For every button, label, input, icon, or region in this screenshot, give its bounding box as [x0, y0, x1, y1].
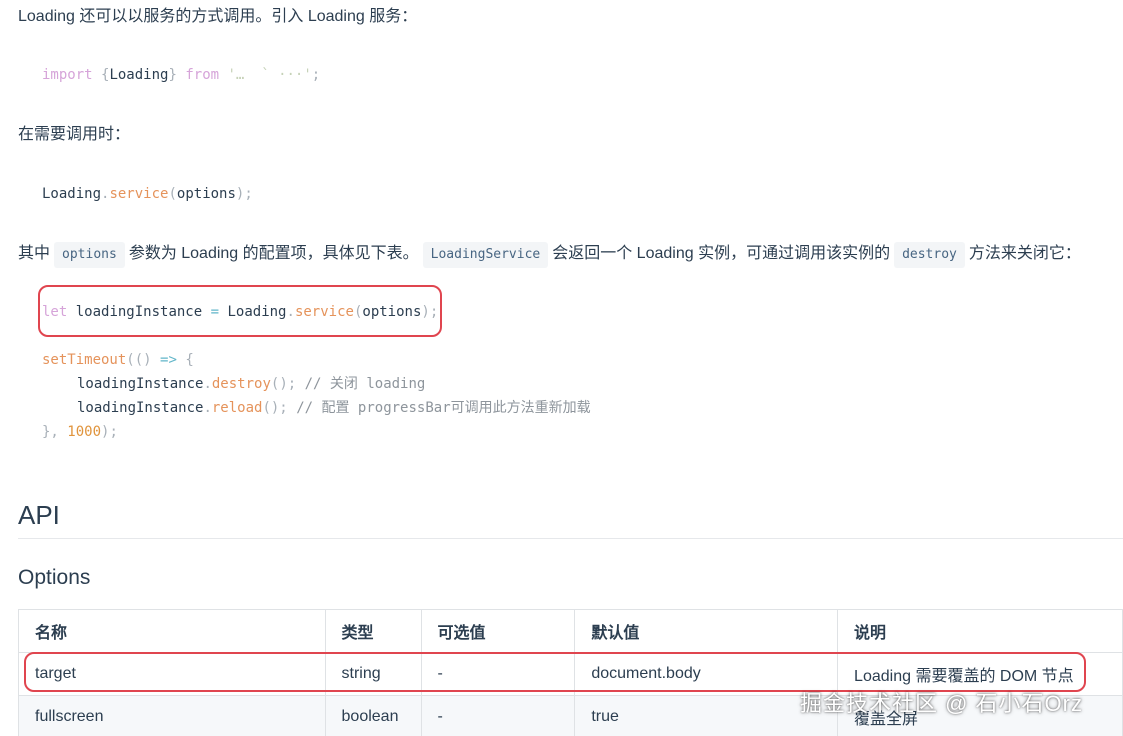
header-description: 说明	[837, 609, 1123, 653]
options-heading: Options	[18, 566, 91, 589]
line1-method: service	[294, 304, 354, 320]
let-keyword: let	[42, 304, 68, 320]
desc-part4: 方法来关闭它：	[968, 245, 1081, 262]
line3-dot: .	[203, 376, 212, 392]
line3-parens: ();	[270, 376, 297, 392]
import-keyword: import	[42, 67, 93, 83]
api-heading: API	[18, 500, 60, 530]
line3-comment: // 关闭 loading	[304, 376, 426, 392]
line2-brace: {	[185, 352, 194, 368]
line4-parens: ();	[262, 400, 288, 416]
service-arg: options	[176, 186, 236, 202]
line1-arg: options	[362, 304, 422, 320]
heading-divider	[18, 538, 1123, 539]
table-header-row: 名称 类型 可选值 默认值 说明	[18, 609, 1123, 653]
line4-comment: // 配置 progressBar可调用此方法重新加载	[296, 400, 591, 416]
service-code-line: Loading.service(options);	[42, 182, 253, 206]
inline-code-destroy: destroy	[894, 242, 965, 268]
service-obj: Loading	[42, 186, 102, 202]
service-method: service	[109, 186, 169, 202]
line3-method: destroy	[211, 376, 271, 392]
line4-obj: loadingInstance	[77, 400, 204, 416]
service-close: );	[235, 186, 253, 202]
inline-code-loadingservice: LoadingService	[422, 242, 549, 268]
equals-sign: =	[210, 304, 220, 320]
close-brace: }	[168, 67, 177, 83]
var-name: loadingInstance	[75, 304, 203, 320]
watermark: 掘金技术社区 @ 石小石Orz	[800, 691, 1083, 716]
from-keyword: from	[185, 67, 220, 83]
line5-end: );	[101, 424, 118, 440]
intro-paragraph: Loading 还可以以服务的方式调用。引入 Loading 服务：	[18, 8, 418, 25]
call-paragraph: 在需要调用时：	[18, 126, 131, 143]
import-path: '… ` ···'	[227, 67, 312, 83]
line3-obj: loadingInstance	[77, 376, 204, 392]
line4-dot: .	[203, 400, 212, 416]
desc-part2: 参数为 Loading 的配置项，具体见下表。	[128, 245, 419, 262]
import-name: Loading	[109, 67, 169, 83]
arrow-operator: =>	[160, 352, 177, 368]
inline-code-options: options	[54, 242, 125, 268]
desc-part1: 其中	[18, 245, 51, 262]
code-line-2: setTimeout(() => {	[42, 348, 194, 372]
line1-close: );	[421, 304, 439, 320]
header-type: 类型	[324, 609, 422, 653]
cell-name: fullscreen	[18, 695, 326, 736]
desc-part3: 会返回一个 Loading 实例，可通过调用该实例的	[552, 245, 891, 262]
line5-close: },	[42, 424, 59, 440]
header-default: 默认值	[574, 609, 839, 653]
code-line-1: let loadingInstance = Loading.service(op…	[42, 300, 438, 324]
cell-options: -	[420, 695, 576, 736]
line1-obj: Loading	[227, 304, 287, 320]
settimeout-fn: setTimeout	[42, 352, 127, 368]
description-paragraph: 其中 options 参数为 Loading 的配置项，具体见下表。 LoadingS…	[18, 240, 1081, 268]
line2-open: ((	[126, 352, 144, 368]
header-options: 可选值	[420, 609, 576, 653]
line5-number: 1000	[67, 424, 102, 440]
cell-type: boolean	[324, 695, 422, 736]
cell-default: true	[574, 695, 839, 736]
code-line-3: loadingInstance.destroy(); // 关闭 loading	[77, 372, 425, 396]
import-code-line: import {Loading} from '… ` ···';	[42, 63, 320, 87]
code-line-5: }, 1000);	[42, 420, 118, 444]
import-semicolon: ;	[311, 67, 321, 83]
header-name: 名称	[18, 609, 326, 653]
code-line-4: loadingInstance.reload(); // 配置 progress…	[77, 396, 591, 420]
line1-dot: .	[286, 304, 295, 320]
service-open: (	[168, 186, 177, 202]
line2-close: )	[143, 352, 152, 368]
line4-method: reload	[211, 400, 263, 416]
